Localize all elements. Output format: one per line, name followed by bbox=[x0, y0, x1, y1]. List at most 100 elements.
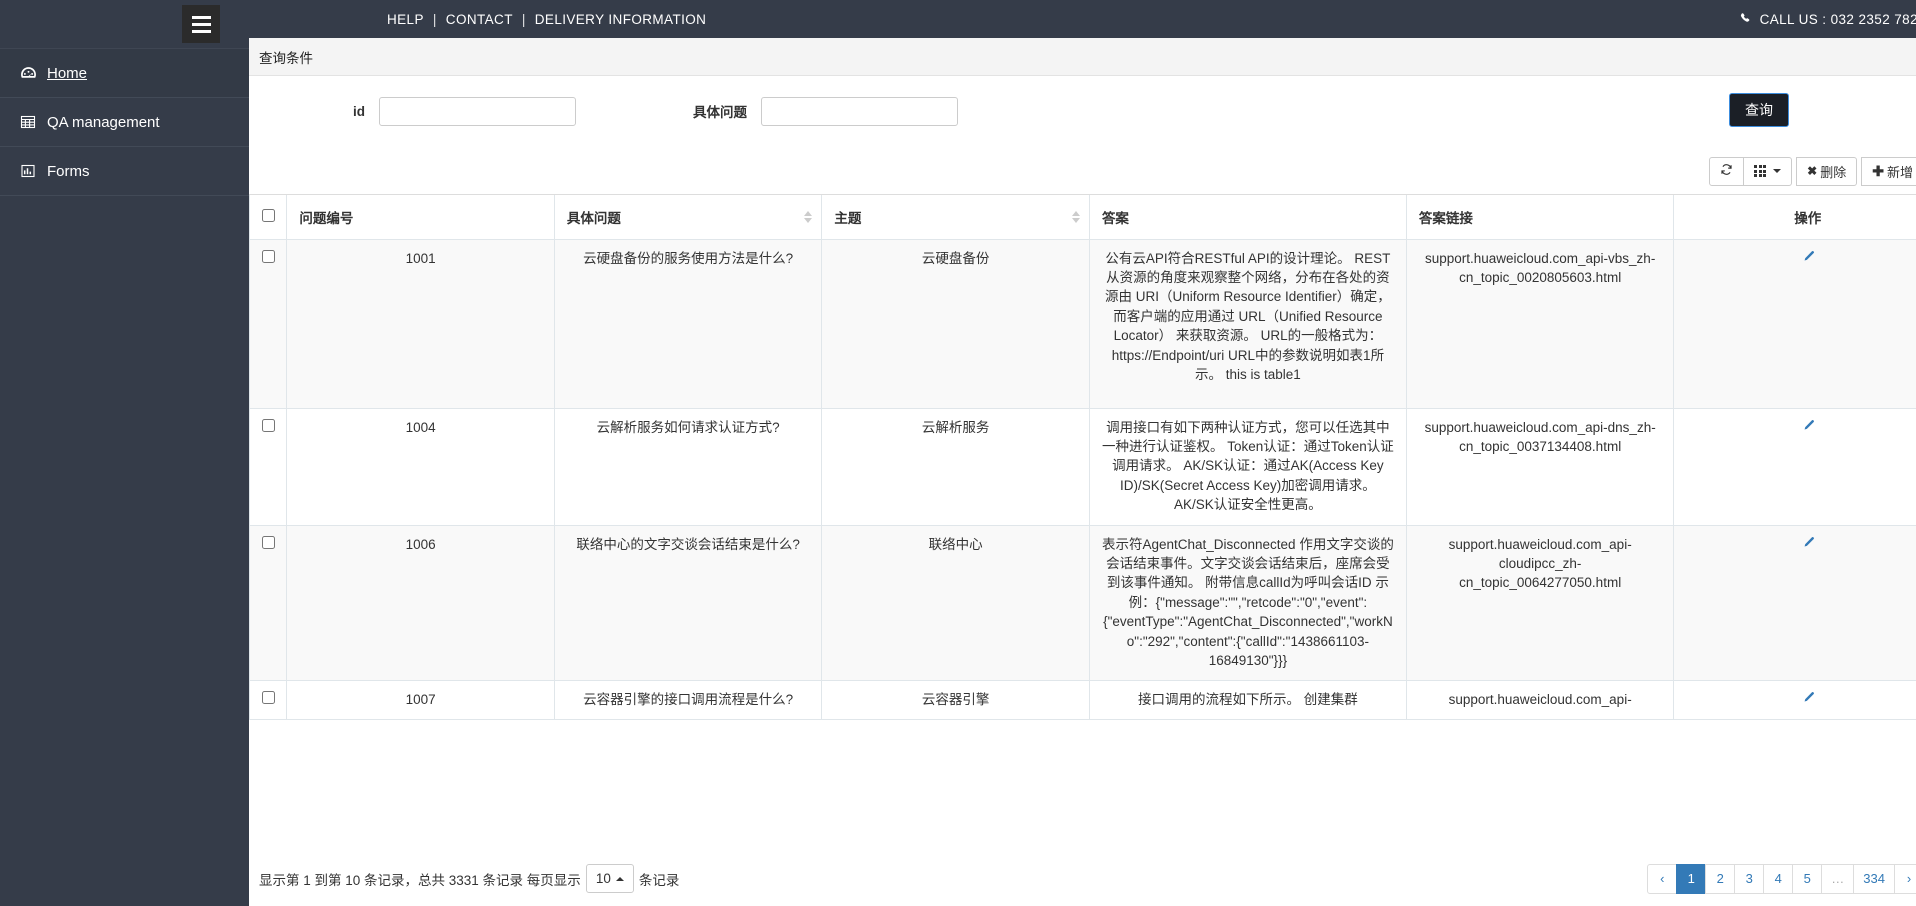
row-select-cell[interactable] bbox=[249, 238, 288, 409]
pencil-icon[interactable] bbox=[1801, 249, 1815, 269]
table-footer: 显示第 1 到第 10 条记录，总共 3331 条记录 每页显示 10 条记录 … bbox=[249, 850, 1916, 906]
pencil-icon[interactable] bbox=[1801, 535, 1815, 555]
field-question-label: 具体问题 bbox=[693, 105, 747, 120]
sidebar-item-forms[interactable]: Forms bbox=[0, 147, 249, 196]
hamburger-icon[interactable] bbox=[182, 5, 220, 43]
table-row[interactable]: 1001 云硬盘备份的服务使用方法是什么? 云硬盘备份 公有云API符合REST… bbox=[249, 238, 1916, 409]
select-all-checkbox[interactable] bbox=[262, 208, 275, 222]
cell-id: 1007 bbox=[286, 679, 555, 721]
topbar-link-contact[interactable]: CONTACT bbox=[437, 12, 522, 27]
dashboard-icon bbox=[19, 64, 37, 82]
column-header-label: 具体问题 bbox=[566, 210, 621, 226]
cell-answer: 公有云API符合RESTful API的设计理论。 REST从资源的角度来观察整… bbox=[1088, 238, 1407, 409]
sort-indicator-icon[interactable] bbox=[1071, 210, 1080, 223]
top-navbar: HELP | CONTACT | DELIVERY INFORMATION CA… bbox=[249, 0, 1916, 38]
column-header-label: 操作 bbox=[1794, 210, 1822, 226]
query-form: id 具体问题 查询 bbox=[249, 76, 1916, 148]
table-header-row: 问题编号 具体问题 主题 答案 答案链接 操作 bbox=[249, 195, 1916, 240]
pagination-info: 显示第 1 到第 10 条记录，总共 3331 条记录 每页显示 10 条记录 bbox=[259, 864, 679, 893]
column-header-question[interactable]: 具体问题 bbox=[553, 195, 823, 240]
pagination-page-1[interactable]: 1 bbox=[1676, 863, 1707, 894]
column-header-answer[interactable]: 答案 bbox=[1088, 195, 1407, 240]
sidebar-item-qa-management[interactable]: QA management bbox=[0, 98, 249, 147]
cell-link: support.huaweicloud.com_api-cloudipcc_zh… bbox=[1405, 524, 1675, 681]
column-header-topic[interactable]: 主题 bbox=[821, 195, 1090, 240]
delete-button[interactable]: ✖ 删除 bbox=[1796, 156, 1858, 186]
cell-operation[interactable] bbox=[1673, 679, 1916, 721]
sidebar-item-label: QA management bbox=[47, 113, 160, 131]
chevron-down-icon bbox=[1773, 169, 1782, 173]
query-submit-button[interactable]: 查询 bbox=[1729, 93, 1789, 127]
page-size-value: 10 bbox=[595, 871, 611, 886]
toolbar-group-view bbox=[1709, 156, 1793, 186]
sort-indicator-icon[interactable] bbox=[804, 210, 813, 223]
topbar-link-help[interactable]: HELP bbox=[378, 12, 433, 27]
pagination-page-4[interactable]: 4 bbox=[1763, 863, 1794, 894]
table-toolbar: ✖ 删除 ✚ 新增 bbox=[249, 148, 1916, 194]
pagination-page-2[interactable]: 2 bbox=[1705, 863, 1736, 894]
row-checkbox[interactable] bbox=[262, 418, 275, 432]
phone-icon bbox=[1740, 12, 1753, 28]
column-header-select-all[interactable] bbox=[249, 195, 288, 240]
add-button-label: 新增 bbox=[1886, 164, 1913, 180]
call-us-block: CALL US : 032 2352 782 bbox=[1740, 11, 1916, 27]
cell-answer: 接口调用的流程如下所示。 创建集群 bbox=[1088, 679, 1407, 721]
main-content: HELP | CONTACT | DELIVERY INFORMATION CA… bbox=[249, 0, 1916, 906]
cell-question: 联络中心的文字交谈会话结束是什么? bbox=[553, 524, 823, 681]
column-header-operation[interactable]: 操作 bbox=[1673, 195, 1916, 240]
add-button[interactable]: ✚ 新增 bbox=[1861, 156, 1916, 186]
cell-question: 云容器引擎的接口调用流程是什么? bbox=[553, 679, 823, 721]
cell-answer: 表示符AgentChat_Disconnected 作用文字交谈的会话结束事件。… bbox=[1088, 524, 1407, 681]
table-row[interactable]: 1004 云解析服务如何请求认证方式? 云解析服务 调用接口有如下两种认证方式，… bbox=[249, 407, 1916, 526]
sidebar-item-label: Forms bbox=[47, 162, 90, 180]
sidebar: Home QA management Forms bbox=[0, 0, 249, 906]
pagination-page-3[interactable]: 3 bbox=[1734, 863, 1765, 894]
sidebar-item-home[interactable]: Home bbox=[0, 49, 249, 98]
field-id: id bbox=[269, 96, 576, 126]
cell-topic: 云解析服务 bbox=[821, 407, 1090, 526]
pencil-icon[interactable] bbox=[1801, 418, 1815, 438]
search-input-question[interactable] bbox=[761, 96, 958, 126]
column-header-link[interactable]: 答案链接 bbox=[1405, 195, 1675, 240]
cell-operation[interactable] bbox=[1673, 407, 1916, 526]
cell-topic: 云硬盘备份 bbox=[821, 238, 1090, 409]
column-header-label: 答案 bbox=[1101, 210, 1129, 226]
column-chooser-button[interactable] bbox=[1743, 156, 1793, 186]
refresh-button[interactable] bbox=[1709, 156, 1745, 186]
topbar-separator: | bbox=[521, 11, 526, 27]
grid-columns-icon bbox=[1754, 165, 1767, 177]
table-row[interactable]: 1006 联络中心的文字交谈会话结束是什么? 联络中心 表示符AgentChat… bbox=[249, 524, 1916, 681]
cell-operation[interactable] bbox=[1673, 524, 1916, 681]
pagination-prev[interactable]: ‹ bbox=[1647, 863, 1678, 894]
row-select-cell[interactable] bbox=[249, 407, 288, 526]
pagination-page-334[interactable]: 334 bbox=[1853, 863, 1895, 894]
row-checkbox[interactable] bbox=[262, 249, 275, 263]
cell-link: support.huaweicloud.com_api- bbox=[1405, 679, 1675, 721]
pencil-icon[interactable] bbox=[1801, 690, 1815, 710]
cell-topic: 联络中心 bbox=[821, 524, 1090, 681]
search-input-id[interactable] bbox=[379, 96, 576, 126]
row-select-cell[interactable] bbox=[249, 679, 288, 721]
query-panel-header: 查询条件 bbox=[249, 38, 1916, 76]
cell-topic: 云容器引擎 bbox=[821, 679, 1090, 721]
cell-operation[interactable] bbox=[1673, 238, 1916, 409]
column-header-id[interactable]: 问题编号 bbox=[286, 195, 555, 240]
cell-id: 1001 bbox=[286, 238, 555, 409]
page-size-dropdown[interactable]: 10 bbox=[585, 864, 634, 893]
sidebar-item-label: Home bbox=[47, 64, 88, 82]
cell-link: support.huaweicloud.com_api-vbs_zh-cn_to… bbox=[1405, 238, 1675, 409]
pagination-next[interactable]: › bbox=[1894, 863, 1916, 894]
row-checkbox[interactable] bbox=[262, 535, 275, 549]
plus-icon: ✚ bbox=[1872, 162, 1884, 179]
topbar-separator: | bbox=[432, 11, 437, 27]
column-header-label: 答案链接 bbox=[1418, 210, 1473, 226]
topbar-links: HELP | CONTACT | DELIVERY INFORMATION bbox=[378, 12, 715, 27]
pagination-page-5[interactable]: 5 bbox=[1792, 863, 1823, 894]
cell-id: 1004 bbox=[286, 407, 555, 526]
row-select-cell[interactable] bbox=[249, 524, 288, 681]
table-row[interactable]: 1007 云容器引擎的接口调用流程是什么? 云容器引擎 接口调用的流程如下所示。… bbox=[249, 679, 1916, 721]
row-checkbox[interactable] bbox=[262, 690, 275, 704]
cell-question: 云解析服务如何请求认证方式? bbox=[553, 407, 823, 526]
topbar-link-delivery-information[interactable]: DELIVERY INFORMATION bbox=[526, 12, 716, 27]
toolbar-group-add: ✚ 新增 bbox=[1861, 156, 1916, 186]
